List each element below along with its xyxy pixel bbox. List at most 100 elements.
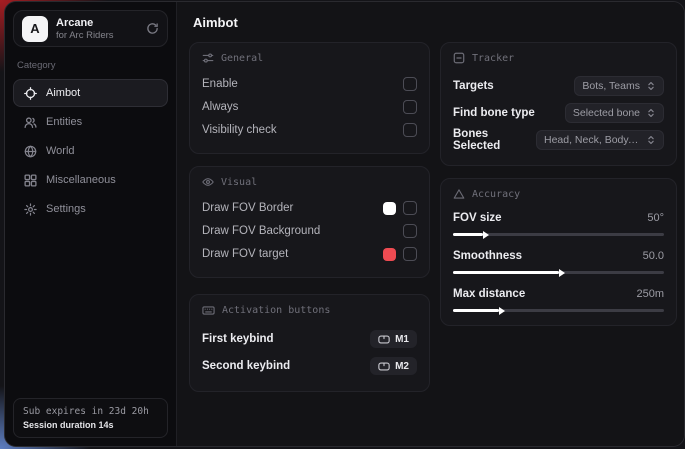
card-title: Accuracy (472, 189, 520, 200)
setting-label: Targets (453, 80, 494, 92)
slider-value: 50.0 (643, 250, 664, 262)
globe-icon (24, 145, 37, 158)
card-title: Tracker (472, 53, 514, 64)
keyboard-icon (202, 304, 215, 317)
slider-fov-size: FOV size 50° (453, 209, 664, 236)
chevrons-up-down-icon (646, 108, 656, 118)
triangle-icon (453, 188, 465, 200)
setting-label: Visibility check (202, 124, 277, 136)
setting-row-fov-border: Draw FOV Border (202, 197, 417, 219)
card-tracker: Tracker Targets Bots, Teams (440, 42, 677, 166)
sidebar-item-aimbot[interactable]: Aimbot (13, 79, 168, 107)
mouse-icon (378, 362, 390, 371)
slider-label: FOV size (453, 212, 502, 224)
brand-name: Arcane (56, 17, 114, 30)
slider-thumb[interactable] (483, 231, 489, 239)
max-distance-slider[interactable] (453, 309, 664, 312)
setting-label: Second keybind (202, 360, 290, 372)
entities-icon (24, 116, 37, 129)
setting-row-bones-selected: Bones Selected Head, Neck, Body, Fe... (453, 127, 664, 153)
main-content: Aimbot General Enable (177, 2, 684, 446)
sidebar-item-entities[interactable]: Entities (13, 108, 168, 136)
app-window: A Arcane for Arc Riders Category Aimbot (4, 1, 685, 447)
sidebar-item-label: Miscellaneous (46, 174, 116, 186)
sidebar-item-label: Entities (46, 116, 82, 128)
grid-icon (24, 174, 37, 187)
sidebar: A Arcane for Arc Riders Category Aimbot (5, 2, 177, 446)
setting-row-second-keybind: Second keybind M2 (202, 353, 417, 379)
sub-expires-text: Sub expires in 23d 20h (23, 406, 158, 417)
setting-row-enable: Enable (202, 73, 417, 95)
subscription-info: Sub expires in 23d 20h Session duration … (13, 398, 168, 438)
always-checkbox[interactable] (403, 100, 417, 114)
page-title: Aimbot (193, 15, 670, 30)
second-keybind-button[interactable]: M2 (370, 357, 417, 375)
setting-label: Always (202, 101, 238, 113)
card-activation-buttons: Activation buttons First keybind (189, 294, 430, 392)
sidebar-item-label: World (46, 145, 75, 157)
visibility-check-checkbox[interactable] (403, 123, 417, 137)
fov-target-color-swatch[interactable] (383, 248, 396, 261)
setting-label: Draw FOV Border (202, 202, 293, 214)
setting-row-always: Always (202, 96, 417, 118)
card-title: Visual (221, 177, 257, 188)
sidebar-item-settings[interactable]: Settings (13, 195, 168, 223)
fov-target-checkbox[interactable] (403, 247, 417, 261)
eye-icon (202, 176, 214, 188)
dropdown-value: Bots, Teams (582, 80, 640, 92)
dropdown-value: Selected bone (573, 107, 640, 119)
setting-row-visibility-check: Visibility check (202, 119, 417, 141)
slider-value: 50° (647, 212, 664, 224)
slider-thumb[interactable] (499, 307, 505, 315)
right-column: Tracker Targets Bots, Teams (440, 42, 677, 404)
fov-border-checkbox[interactable] (403, 201, 417, 215)
setting-row-first-keybind: First keybind M1 (202, 326, 417, 352)
card-general-header: General (202, 52, 417, 64)
crosshair-icon (24, 87, 37, 100)
refresh-icon[interactable] (146, 22, 159, 35)
chevrons-up-down-icon (646, 135, 656, 145)
find-bone-type-dropdown[interactable]: Selected bone (565, 103, 664, 123)
left-column: General Enable Always Visibility check (189, 42, 430, 404)
setting-label: Find bone type (453, 107, 535, 119)
fov-background-checkbox[interactable] (403, 224, 417, 238)
tracker-icon (453, 52, 465, 64)
enable-checkbox[interactable] (403, 77, 417, 91)
setting-label: Bones Selected (453, 128, 536, 152)
sidebar-item-miscellaneous[interactable]: Miscellaneous (13, 166, 168, 194)
first-keybind-button[interactable]: M1 (370, 330, 417, 348)
keybind-value: M1 (395, 334, 409, 345)
card-accuracy: Accuracy FOV size 50° Smoothness (440, 178, 677, 326)
app-logo: A (22, 16, 48, 42)
bones-selected-dropdown[interactable]: Head, Neck, Body, Fe... (536, 130, 664, 150)
category-label: Category (17, 60, 164, 71)
slider-thumb[interactable] (559, 269, 565, 277)
sidebar-item-label: Settings (46, 203, 86, 215)
sidebar-item-label: Aimbot (46, 87, 80, 99)
sidebar-item-world[interactable]: World (13, 137, 168, 165)
sliders-icon (202, 52, 214, 64)
card-visual-header: Visual (202, 176, 417, 188)
card-title: General (221, 53, 263, 64)
slider-label: Max distance (453, 288, 525, 300)
setting-label: Enable (202, 78, 238, 90)
fov-size-slider[interactable] (453, 233, 664, 236)
gear-icon (24, 203, 37, 216)
slider-value: 250m (636, 288, 664, 300)
session-duration-text: Session duration 14s (23, 420, 158, 430)
chevrons-up-down-icon (646, 81, 656, 91)
targets-dropdown[interactable]: Bots, Teams (574, 76, 664, 96)
card-general: General Enable Always Visibility check (189, 42, 430, 154)
setting-row-fov-background: Draw FOV Background (202, 220, 417, 242)
card-accuracy-header: Accuracy (453, 188, 664, 200)
card-title: Activation buttons (222, 305, 330, 316)
brand-header: A Arcane for Arc Riders (13, 10, 168, 47)
setting-row-fov-target: Draw FOV target (202, 243, 417, 265)
slider-max-distance: Max distance 250m (453, 285, 664, 312)
fov-border-color-swatch[interactable] (383, 202, 396, 215)
smoothness-slider[interactable] (453, 271, 664, 274)
setting-row-targets: Targets Bots, Teams (453, 73, 664, 99)
brand-text: Arcane for Arc Riders (56, 17, 114, 41)
setting-label: Draw FOV Background (202, 225, 320, 237)
card-activation-header: Activation buttons (202, 304, 417, 317)
